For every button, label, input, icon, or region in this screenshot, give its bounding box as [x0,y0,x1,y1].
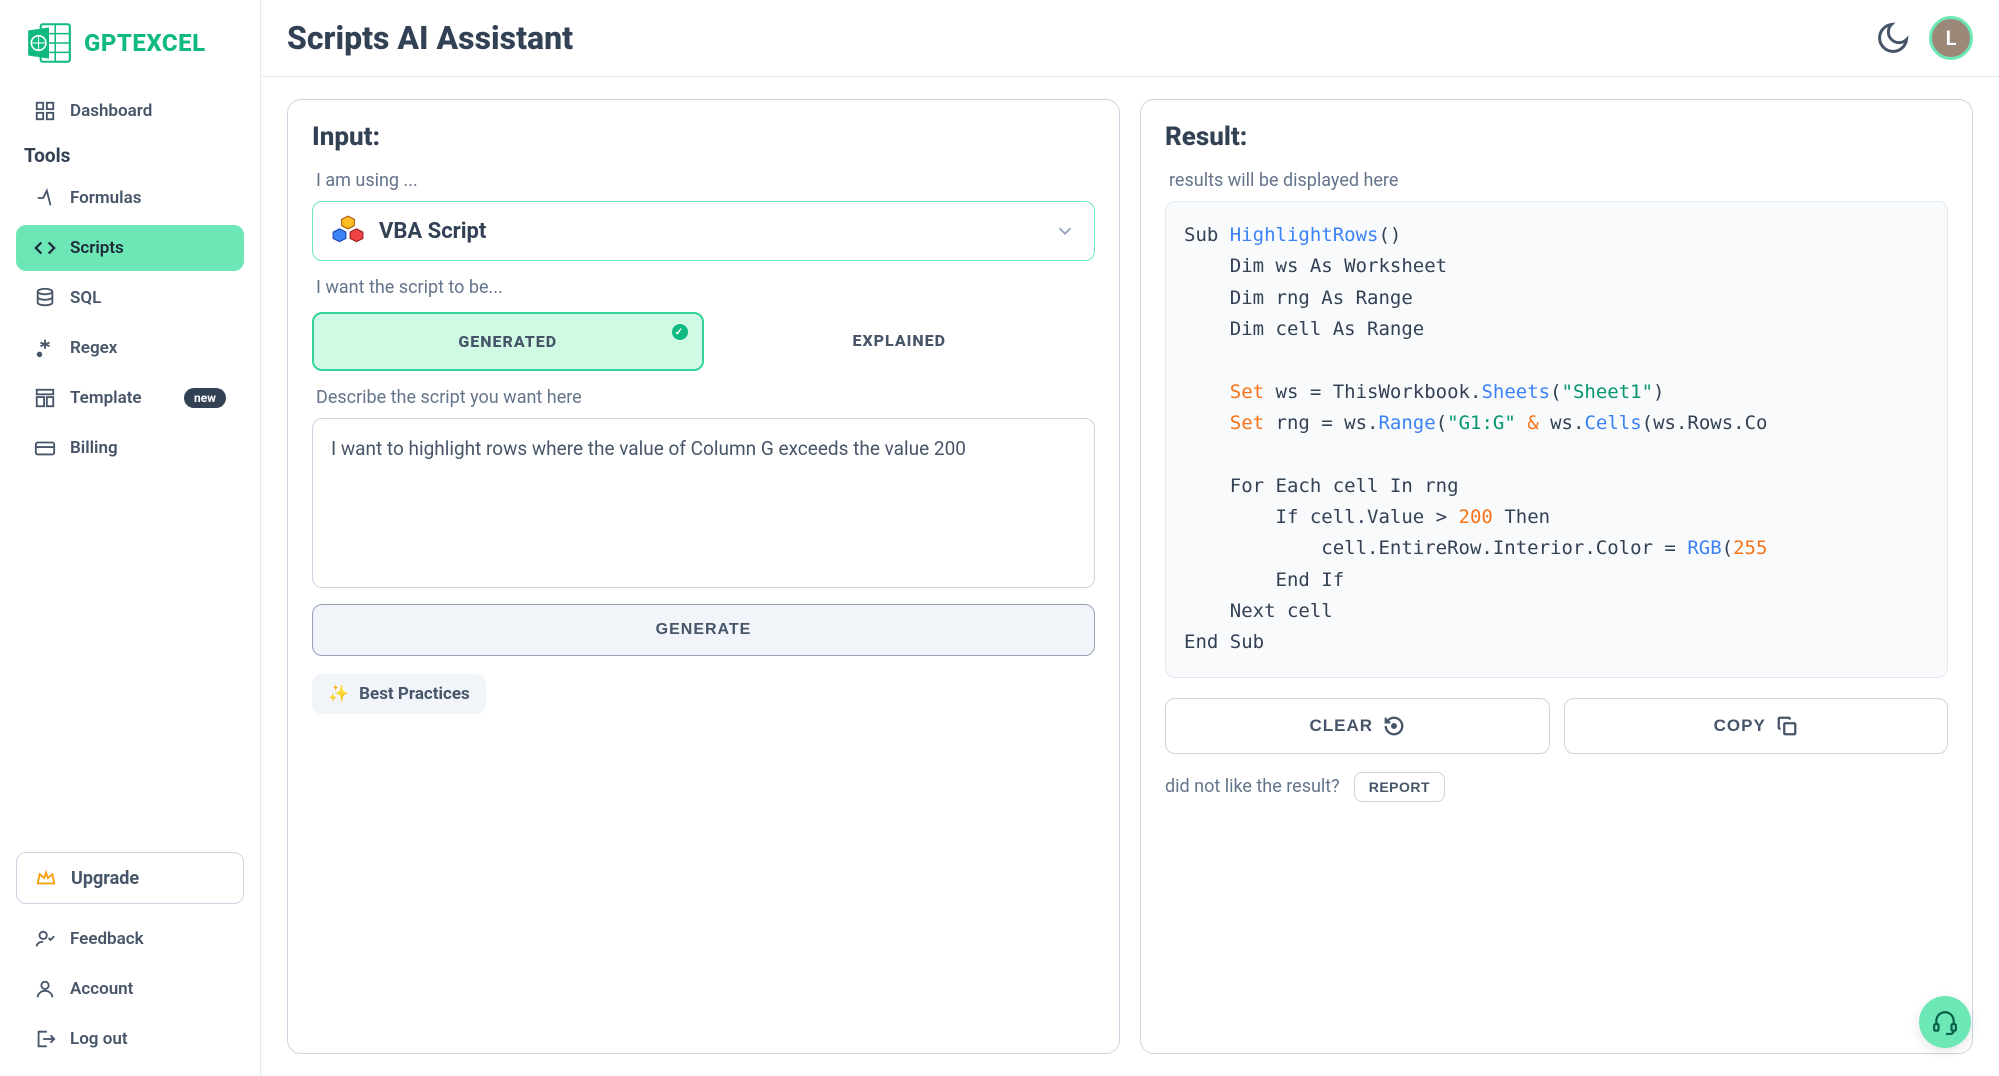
sidebar-item-sql[interactable]: SQL [16,275,244,321]
avatar[interactable]: L [1929,16,1973,60]
moon-icon [1875,20,1911,56]
sidebar: GPTEXCEL Dashboard Tools Formulas Script… [0,0,260,1076]
reset-icon [1383,715,1405,737]
input-title: Input: [312,122,1095,152]
sql-icon [34,287,56,309]
avatar-initial: L [1946,26,1957,50]
sidebar-item-regex[interactable]: Regex [16,325,244,371]
copy-label: COPY [1714,716,1766,736]
report-text: did not like the result? [1165,776,1340,797]
result-title: Result: [1165,122,1948,152]
sidebar-item-formulas[interactable]: Formulas [16,175,244,221]
crown-icon [35,867,57,889]
copy-button[interactable]: COPY [1564,698,1949,754]
upgrade-button[interactable]: Upgrade [16,852,244,904]
new-badge: new [184,388,226,408]
sidebar-item-account[interactable]: Account [16,966,244,1012]
theme-toggle[interactable] [1875,20,1911,56]
page-title: Scripts AI Assistant [287,19,573,57]
result-panel: Result: results will be displayed here S… [1140,99,1973,1054]
template-icon [34,387,56,409]
support-fab[interactable] [1919,996,1971,1048]
sidebar-item-label: Billing [70,438,118,458]
scripts-icon [34,237,56,259]
using-label: I am using ... [316,170,1091,191]
sidebar-item-label: Scripts [70,238,124,258]
description-input[interactable] [312,418,1095,588]
sidebar-item-label: Log out [70,1029,128,1049]
brand-logo[interactable]: GPTEXCEL [10,12,250,86]
sidebar-item-template[interactable]: Template new [16,375,244,421]
toggle-label: GENERATED [458,332,557,351]
clear-label: CLEAR [1309,716,1373,736]
best-practices-button[interactable]: ✨ Best Practices [312,674,486,714]
upgrade-label: Upgrade [71,868,139,889]
vba-cubes-icon [331,214,365,248]
sidebar-item-billing[interactable]: Billing [16,425,244,471]
header: Scripts AI Assistant L [261,0,1999,77]
sidebar-item-scripts[interactable]: Scripts [16,225,244,271]
feedback-icon [34,928,56,950]
want-label: I want the script to be... [316,277,1091,298]
describe-label: Describe the script you want here [316,387,1091,408]
input-panel: Input: I am using ... VBA Script I want … [287,99,1120,1054]
report-button[interactable]: REPORT [1354,772,1445,802]
select-value: VBA Script [379,219,1040,244]
dashboard-icon [34,100,56,122]
toggle-generated[interactable]: GENERATED ✓ [312,312,704,371]
sidebar-item-label: Template [70,388,142,408]
sidebar-item-label: Formulas [70,188,141,208]
sidebar-item-feedback[interactable]: Feedback [16,916,244,962]
best-practices-label: Best Practices [359,684,470,704]
sidebar-item-label: SQL [70,288,101,308]
brand-name: GPTEXCEL [84,29,206,57]
formulas-icon [34,187,56,209]
excel-logo-icon [24,18,74,68]
sidebar-item-label: Regex [70,338,117,358]
copy-icon [1776,715,1798,737]
billing-icon [34,437,56,459]
code-output[interactable]: Sub HighlightRows() Dim ws As Worksheet … [1165,201,1948,678]
script-type-select[interactable]: VBA Script [312,201,1095,261]
check-icon: ✓ [672,324,688,340]
sidebar-item-dashboard[interactable]: Dashboard [16,88,244,134]
toggle-explained[interactable]: EXPLAINED [704,312,1096,371]
sparkle-icon: ✨ [328,684,349,704]
toggle-label: EXPLAINED [852,331,946,350]
generate-button[interactable]: GENERATE [312,604,1095,656]
logout-icon [34,1028,56,1050]
headset-icon [1932,1009,1958,1035]
regex-icon [34,337,56,359]
sidebar-item-label: Feedback [70,929,144,949]
sidebar-item-logout[interactable]: Log out [16,1016,244,1062]
tools-section-label: Tools [10,136,250,173]
chevron-down-icon [1054,220,1076,242]
main: Scripts AI Assistant L Input: I am using… [260,0,1999,1076]
account-icon [34,978,56,1000]
clear-button[interactable]: CLEAR [1165,698,1550,754]
sidebar-item-label: Account [70,979,133,999]
sidebar-item-label: Dashboard [70,101,152,121]
result-subtitle: results will be displayed here [1169,170,1944,191]
